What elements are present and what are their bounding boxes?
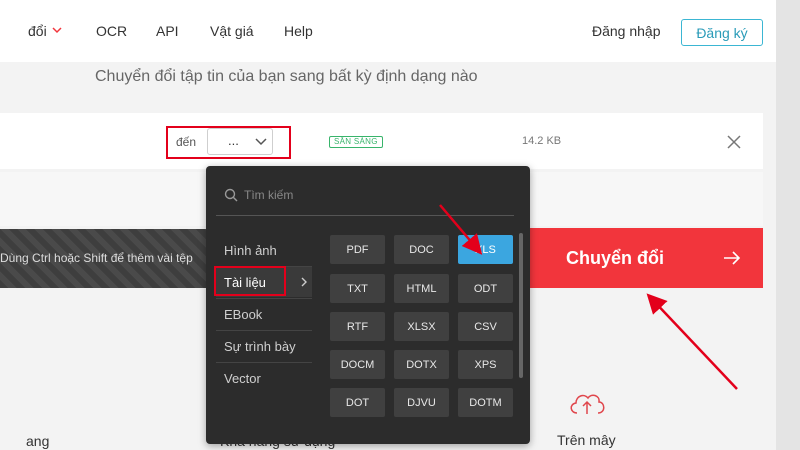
nav-api[interactable]: API (156, 23, 179, 39)
nav-convert[interactable]: đổi (28, 23, 47, 39)
search-icon (224, 188, 238, 202)
hint-text: Dùng Ctrl hoặc Shift để thêm vài tệp (0, 251, 193, 265)
format-search-input[interactable] (244, 184, 504, 206)
category-ebook[interactable]: EBook (224, 307, 262, 322)
format-xps[interactable]: XPS (458, 350, 513, 379)
format-doc[interactable]: DOC (394, 235, 449, 264)
format-pdf[interactable]: PDF (330, 235, 385, 264)
format-dot[interactable]: DOT (330, 388, 385, 417)
arrow-right-icon (724, 251, 741, 265)
highlight-box-select (166, 126, 291, 159)
category-presentation[interactable]: Sự trình bày (224, 339, 296, 354)
format-djvu[interactable]: DJVU (394, 388, 449, 417)
chevron-down-icon[interactable] (52, 26, 62, 34)
format-docm[interactable]: DOCM (330, 350, 385, 379)
nav-pricing[interactable]: Vật giá (210, 23, 254, 39)
format-rtf[interactable]: RTF (330, 312, 385, 341)
category-images[interactable]: Hình ảnh (224, 243, 277, 258)
convert-button[interactable]: Chuyển đổi (526, 228, 763, 288)
category-divider (216, 330, 312, 331)
nav-ocr[interactable]: OCR (96, 23, 127, 39)
format-html[interactable]: HTML (394, 274, 449, 303)
login-link[interactable]: Đăng nhập (592, 23, 661, 39)
format-dotx[interactable]: DOTX (394, 350, 449, 379)
status-badge: SẴN SÀNG (329, 136, 383, 148)
signup-button[interactable]: Đăng ký (681, 19, 763, 46)
format-xls[interactable]: XLS (458, 235, 513, 264)
format-csv[interactable]: CSV (458, 312, 513, 341)
page-edge (776, 0, 800, 450)
category-vector[interactable]: Vector (224, 371, 261, 386)
dropdown-scrollbar[interactable] (519, 233, 523, 378)
format-txt[interactable]: TXT (330, 274, 385, 303)
file-size: 14.2 KB (522, 135, 562, 147)
format-odt[interactable]: ODT (458, 274, 513, 303)
highlight-box-category (214, 266, 286, 296)
format-xlsx[interactable]: XLSX (394, 312, 449, 341)
category-divider (216, 298, 312, 299)
close-icon[interactable] (727, 135, 741, 149)
feature-left-label: ang (26, 433, 50, 449)
chevron-right-icon (301, 277, 307, 287)
top-nav: đổi OCR API Vật giá Help Đăng nhập Đăng … (0, 0, 776, 62)
nav-help[interactable]: Help (284, 23, 313, 39)
feature-cloud-label: Trên mây (557, 432, 616, 448)
search-divider (216, 215, 514, 216)
category-divider (216, 362, 312, 363)
convert-label: Chuyển đổi (566, 248, 664, 268)
cloud-upload-icon (570, 394, 605, 414)
page-subtitle: Chuyển đổi tập tin của bạn sang bất kỳ đ… (95, 68, 478, 85)
format-dotm[interactable]: DOTM (458, 388, 513, 417)
